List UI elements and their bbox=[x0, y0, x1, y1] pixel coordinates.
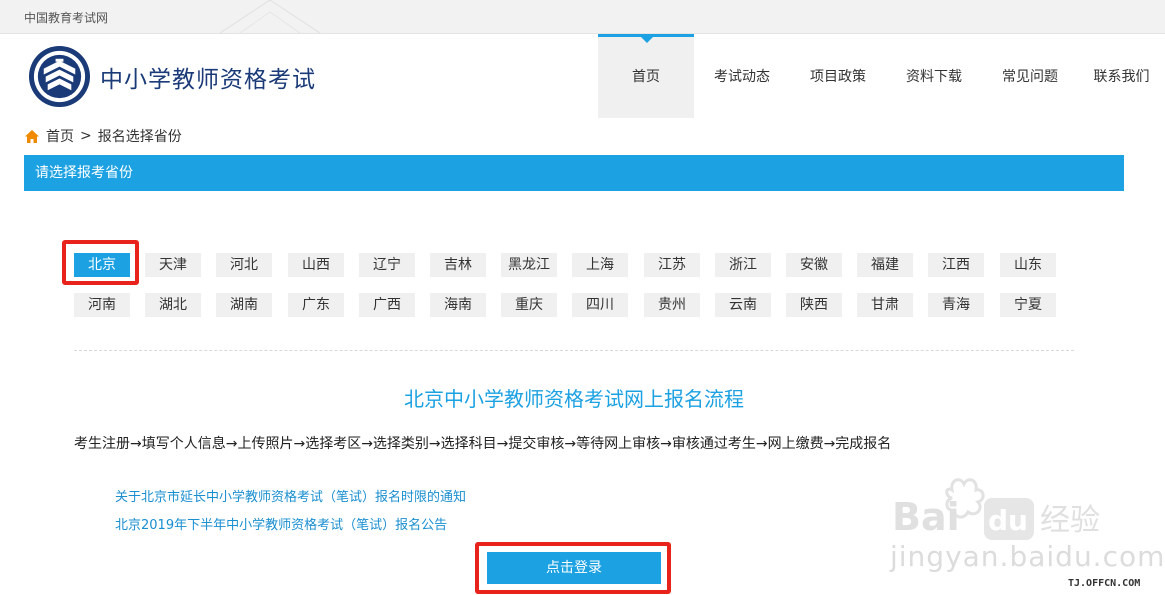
top-bar: 中国教育考试网 bbox=[0, 0, 1165, 34]
watermark-url: jingyan.baidu.com bbox=[890, 540, 1165, 573]
nav-contact-label: 联系我们 bbox=[1093, 69, 1150, 85]
breadcrumb-separator: > bbox=[80, 128, 92, 144]
province-button[interactable]: 吉林 bbox=[430, 253, 486, 277]
province-button[interactable]: 贵州 bbox=[644, 293, 700, 317]
nav-project-policy-label: 项目政策 bbox=[810, 69, 866, 85]
nav-faq[interactable]: 常见问题 bbox=[982, 34, 1078, 118]
section-header-bar: 请选择报考省份 bbox=[24, 155, 1124, 191]
nav-home[interactable]: 首页 bbox=[598, 34, 694, 118]
province-button[interactable]: 陕西 bbox=[786, 293, 842, 317]
province-button[interactable]: 山东 bbox=[1000, 253, 1056, 277]
section-title: 请选择报考省份 bbox=[35, 165, 133, 181]
site-name-link[interactable]: 中国教育考试网 bbox=[24, 9, 108, 26]
notice-link-announcement[interactable]: 北京2019年下半年中小学教师资格考试（笔试）报名公告 bbox=[115, 514, 447, 533]
flow-steps: 考生注册→填写个人信息→上传照片→选择考区→选择类别→选择科目→提交审核→等待网… bbox=[74, 436, 892, 452]
province-button[interactable]: 广西 bbox=[359, 293, 415, 317]
province-button[interactable]: 黑龙江 bbox=[501, 253, 557, 277]
province-button[interactable]: 湖北 bbox=[145, 293, 201, 317]
svg-text:经验: 经验 bbox=[1040, 503, 1100, 538]
province-button[interactable]: 四川 bbox=[572, 293, 628, 317]
notice-link-extension[interactable]: 关于北京市延长中小学教师资格考试（笔试）报名时限的通知 bbox=[115, 486, 466, 505]
province-button[interactable]: 辽宁 bbox=[359, 253, 415, 277]
active-caret-icon bbox=[641, 37, 653, 43]
nav-contact[interactable]: 联系我们 bbox=[1078, 34, 1165, 118]
site-brand-title: 中小学教师资格考试 bbox=[100, 67, 316, 93]
nav-exam-news-label: 考试动态 bbox=[714, 69, 770, 85]
province-button[interactable]: 江西 bbox=[928, 253, 984, 277]
province-button[interactable]: 湖南 bbox=[216, 293, 272, 317]
province-button[interactable]: 山西 bbox=[288, 253, 344, 277]
province-button[interactable]: 河南 bbox=[74, 293, 130, 317]
breadcrumb-current: 报名选择省份 bbox=[97, 129, 182, 145]
svg-text:du: du bbox=[988, 504, 1028, 537]
province-button[interactable]: 江苏 bbox=[644, 253, 700, 277]
province-button[interactable]: 安徽 bbox=[786, 253, 842, 277]
province-button[interactable]: 海南 bbox=[430, 293, 486, 317]
province-button[interactable]: 甘肃 bbox=[857, 293, 913, 317]
flow-title: 北京中小学教师资格考试网上报名流程 bbox=[404, 387, 744, 411]
nav-home-label: 首页 bbox=[632, 69, 660, 85]
province-button[interactable]: 浙江 bbox=[715, 253, 771, 277]
login-button[interactable]: 点击登录 bbox=[487, 552, 661, 584]
home-icon bbox=[25, 129, 39, 143]
highlight-box-province bbox=[62, 240, 139, 285]
nav-faq-label: 常见问题 bbox=[1002, 69, 1058, 85]
province-button[interactable]: 重庆 bbox=[501, 293, 557, 317]
nav-exam-news[interactable]: 考试动态 bbox=[694, 34, 790, 118]
breadcrumb-home-link[interactable]: 首页 bbox=[46, 126, 74, 146]
dashed-divider bbox=[74, 350, 1074, 351]
source-watermark: TJ.OFFCN.COM bbox=[1068, 578, 1141, 589]
nav-downloads-label: 资料下载 bbox=[906, 69, 962, 85]
province-button[interactable]: 云南 bbox=[715, 293, 771, 317]
breadcrumb: 首页 > 报名选择省份 bbox=[24, 126, 182, 146]
province-button[interactable]: 青海 bbox=[928, 293, 984, 317]
province-button[interactable]: 天津 bbox=[145, 253, 201, 277]
province-button[interactable]: 河北 bbox=[216, 253, 272, 277]
province-button[interactable]: 福建 bbox=[857, 253, 913, 277]
svg-text:Bai: Bai bbox=[892, 495, 960, 539]
province-button[interactable]: 上海 bbox=[572, 253, 628, 277]
province-button[interactable]: 宁夏 bbox=[1000, 293, 1056, 317]
nav-project-policy[interactable]: 项目政策 bbox=[790, 34, 886, 118]
teacher-certification-logo[interactable] bbox=[28, 45, 91, 108]
province-button[interactable]: 广东 bbox=[288, 293, 344, 317]
nav-downloads[interactable]: 资料下载 bbox=[886, 34, 982, 118]
site-header: 中小学教师资格考试 首页 考试动态 项目政策 资料下载 常见问题 联系我们 bbox=[0, 34, 1165, 118]
decorative-lines bbox=[219, 0, 321, 33]
